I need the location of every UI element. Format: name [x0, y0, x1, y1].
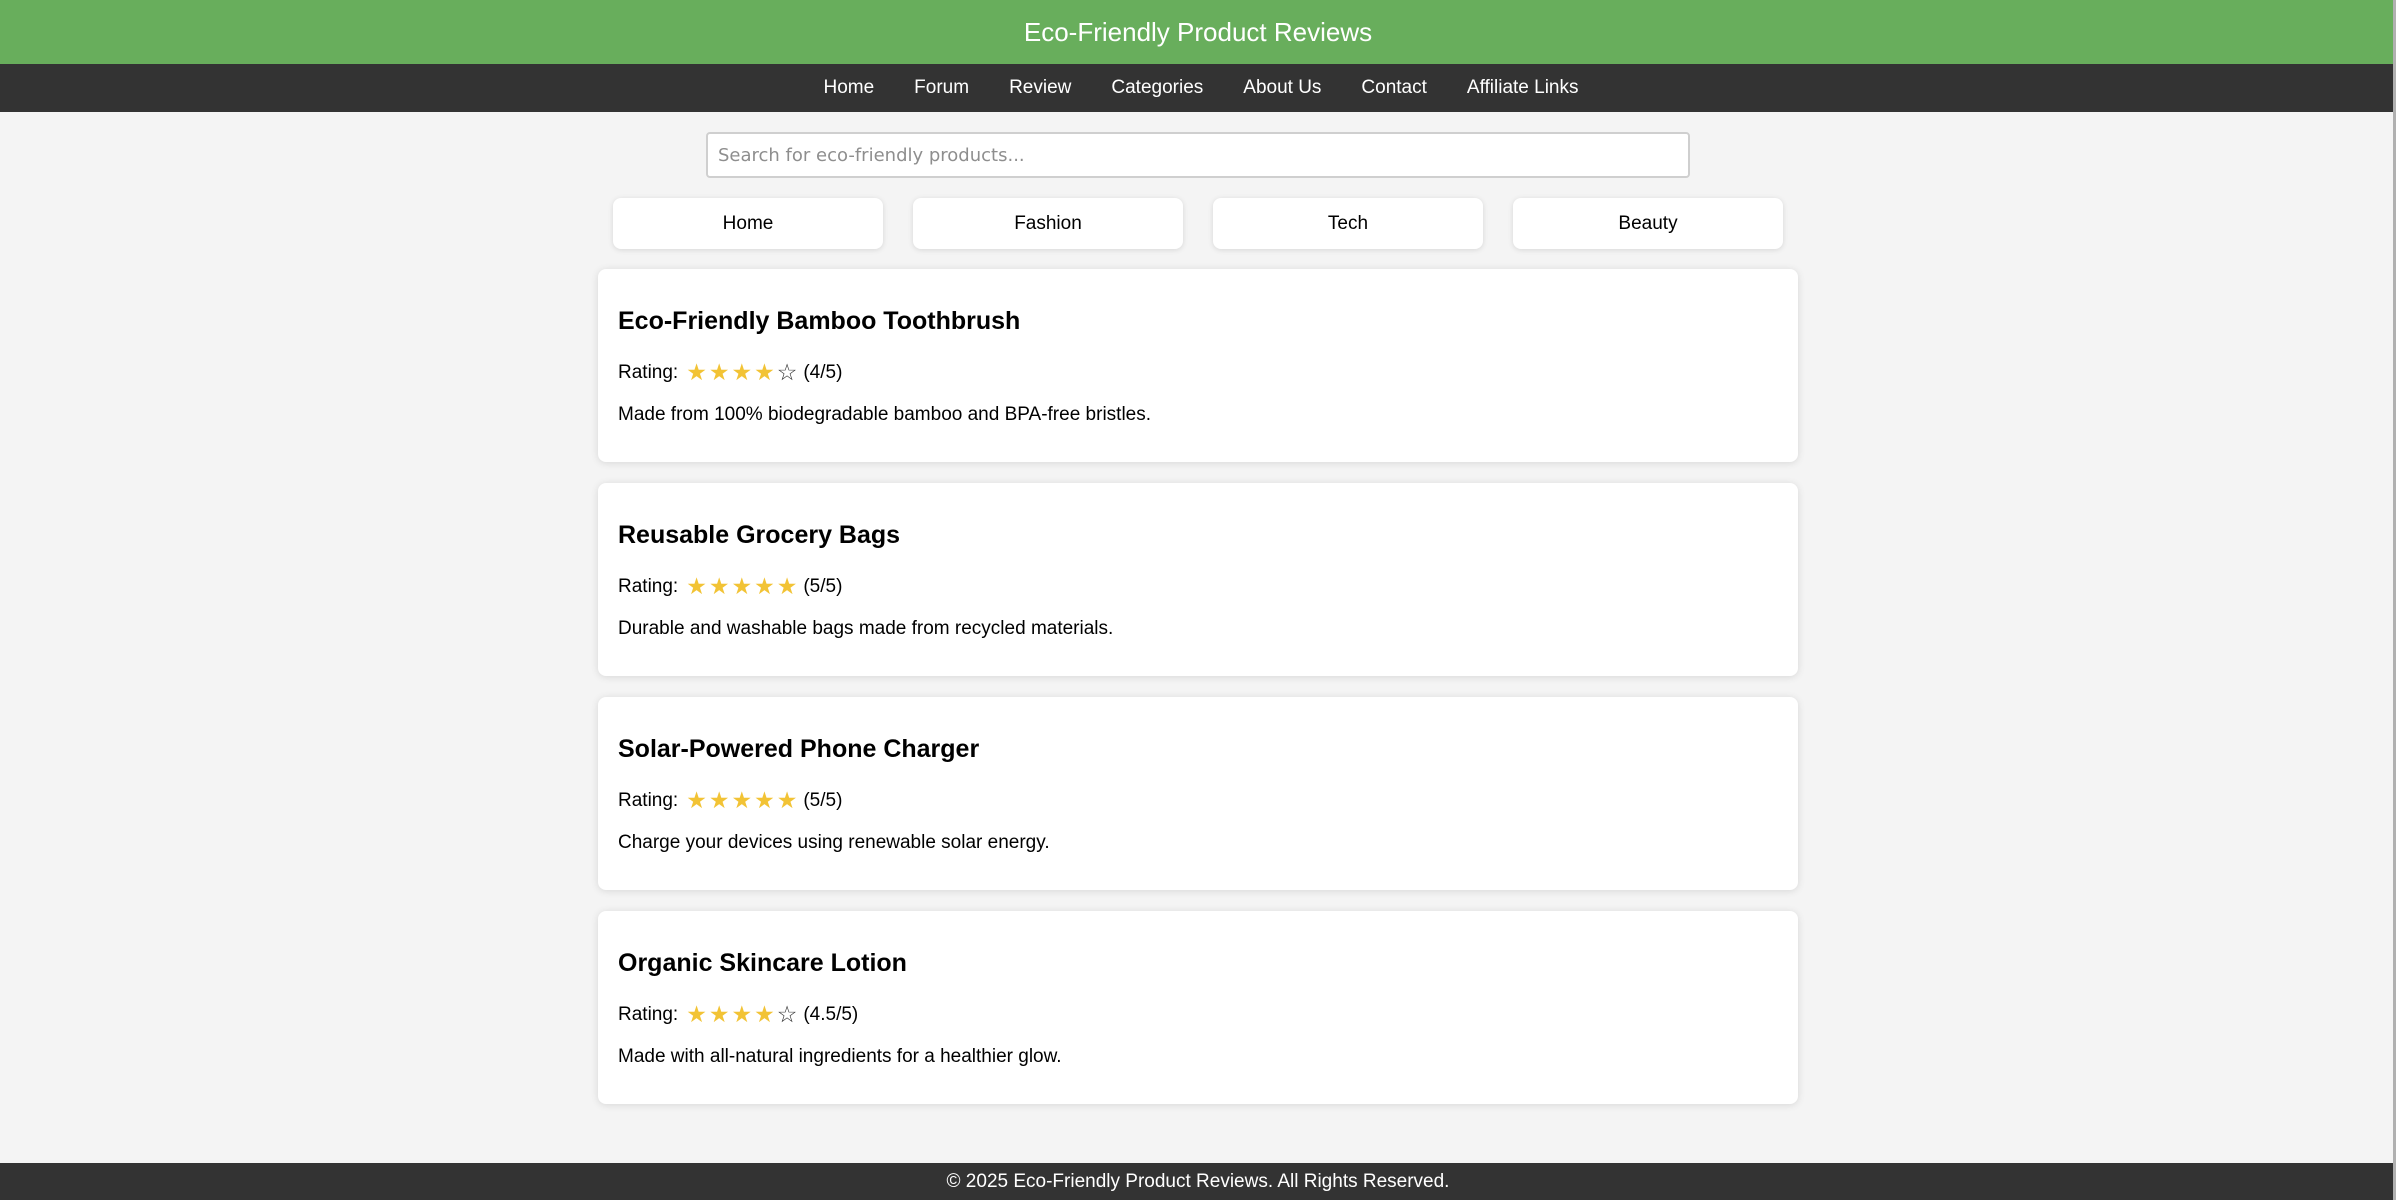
star-empty-icon: ☆	[776, 359, 798, 385]
nav-review[interactable]: Review	[1009, 77, 1071, 99]
rating-label: Rating:	[618, 1003, 679, 1025]
site-title: Eco-Friendly Product Reviews	[1023, 16, 1373, 47]
review-title: Eco-Friendly Bamboo Toothbrush	[618, 307, 1021, 335]
nav-contact[interactable]: Contact	[1361, 77, 1426, 99]
star-filled-icon: ★	[731, 359, 753, 385]
category-button-beauty[interactable]: Beauty	[1513, 198, 1783, 249]
star-filled-icon: ★	[686, 573, 707, 599]
review-title: Organic Skincare Lotion	[618, 949, 907, 977]
category-buttons: Home Fashion Tech Beauty	[0, 198, 2396, 249]
search-bar	[0, 132, 2396, 178]
star-filled-icon: ★	[754, 359, 775, 385]
review-rating: Rating: ★ ★ ★ ★ ☆ (4/5)	[618, 361, 1778, 384]
rating-text: (5/5)	[803, 575, 843, 597]
rating-stars: ★ ★ ★ ★ ☆	[686, 1003, 797, 1026]
star-filled-icon: ★	[708, 787, 730, 813]
review-card: Reusable Grocery Bags Rating: ★ ★ ★ ★ ★ (5/5…	[598, 483, 1798, 676]
rating-stars: ★ ★ ★ ★ ★	[686, 789, 797, 812]
star-filled-icon: ★	[754, 787, 775, 813]
star-filled-icon: ★	[708, 573, 730, 599]
review-title: Solar-Powered Phone Charger	[618, 735, 980, 763]
review-rating: Rating: ★ ★ ★ ★ ★ (5/5)	[618, 575, 1778, 598]
review-description: Charge your devices using renewable sola…	[618, 832, 1050, 853]
star-filled-icon: ★	[731, 573, 753, 599]
rating-text: (5/5)	[803, 789, 843, 811]
rating-text: (4.5/5)	[803, 1003, 859, 1025]
nav-about-us[interactable]: About Us	[1243, 77, 1321, 99]
review-card: Organic Skincare Lotion Rating: ★ ★ ★ ★ ☆ (4…	[598, 911, 1798, 1104]
rating-label: Rating:	[618, 575, 679, 597]
star-filled-icon: ★	[754, 573, 775, 599]
rating-stars: ★ ★ ★ ★ ★	[686, 575, 797, 598]
nav-forum[interactable]: Forum	[914, 77, 969, 99]
review-description: Made with all-natural ingredients for a …	[618, 1046, 1062, 1067]
star-filled-icon: ★	[731, 787, 753, 813]
rating-stars: ★ ★ ★ ★ ☆	[686, 361, 797, 384]
review-description: Made from 100% biodegradable bamboo and …	[618, 404, 1152, 425]
site-header: Eco-Friendly Product Reviews	[0, 0, 2396, 64]
category-button-fashion[interactable]: Fashion	[913, 198, 1183, 249]
main-nav: Home Forum Review Categories About Us Co…	[0, 64, 2396, 112]
site-footer: © 2025 Eco-Friendly Product Reviews. All…	[0, 1163, 2396, 1200]
star-empty-icon: ☆	[776, 1001, 798, 1027]
category-button-tech[interactable]: Tech	[1213, 198, 1483, 249]
star-filled-icon: ★	[686, 787, 707, 813]
star-filled-icon: ★	[754, 1001, 775, 1027]
rating-label: Rating:	[618, 789, 679, 811]
star-filled-icon: ★	[686, 359, 707, 385]
review-description: Durable and washable bags made from recy…	[618, 618, 1114, 639]
nav-categories[interactable]: Categories	[1111, 77, 1203, 99]
search-input[interactable]	[706, 132, 1690, 178]
review-card: Solar-Powered Phone Charger Rating: ★ ★ ★ ★…	[598, 697, 1798, 890]
star-filled-icon: ★	[686, 1001, 707, 1027]
star-filled-icon: ★	[731, 1001, 753, 1027]
review-rating: Rating: ★ ★ ★ ★ ★ (5/5)	[618, 789, 1778, 812]
rating-text: (4/5)	[803, 361, 843, 383]
star-filled-icon: ★	[708, 359, 730, 385]
star-filled-icon: ★	[776, 573, 798, 599]
rating-label: Rating:	[618, 361, 679, 383]
category-button-home[interactable]: Home	[613, 198, 883, 249]
review-title: Reusable Grocery Bags	[618, 521, 901, 549]
star-filled-icon: ★	[776, 787, 798, 813]
review-rating: Rating: ★ ★ ★ ★ ☆ (4.5/5)	[618, 1003, 1778, 1026]
review-list: Eco-Friendly Bamboo Toothbrush Rating: ★…	[598, 269, 1798, 1104]
nav-affiliate-links[interactable]: Affiliate Links	[1467, 77, 1579, 99]
star-filled-icon: ★	[708, 1001, 730, 1027]
footer-copyright: © 2025 Eco-Friendly Product Reviews. All…	[946, 1170, 1450, 1192]
review-card: Eco-Friendly Bamboo Toothbrush Rating: ★…	[598, 269, 1798, 462]
nav-home[interactable]: Home	[823, 77, 874, 99]
